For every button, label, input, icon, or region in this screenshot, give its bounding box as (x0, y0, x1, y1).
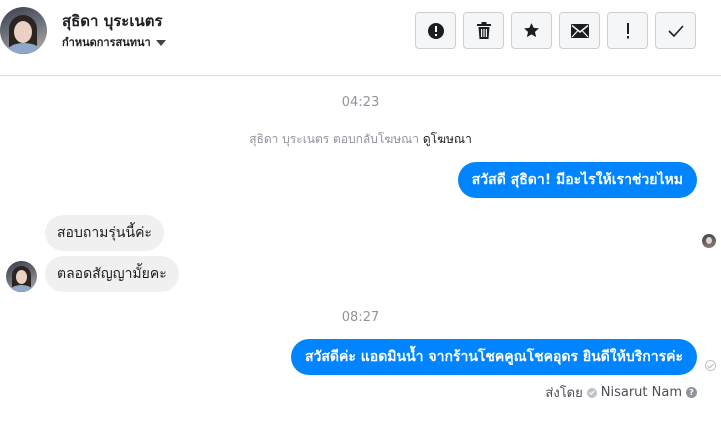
delete-button[interactable] (463, 12, 504, 49)
star-icon (524, 23, 539, 38)
timestamp-separator: 04:23 (341, 95, 380, 110)
assign-conversation-label: กำหนดการสนทนา (62, 36, 151, 49)
assign-conversation-dropdown[interactable]: กำหนดการสนทนา (62, 33, 166, 51)
mark-done-button[interactable] (655, 12, 696, 49)
ad-reply-notice: สุธิดา บุระเนตร ตอบกลับโฆษณา ดูโฆษณา (0, 130, 721, 149)
sender-name: Nisarut Nam (600, 385, 682, 400)
sent-by-label: ส่งโดย (545, 386, 583, 401)
view-ad-link[interactable]: ดูโฆษณา (423, 132, 472, 146)
exclamation-icon (626, 22, 629, 38)
follow-up-button[interactable] (607, 12, 648, 49)
star-button[interactable] (511, 12, 552, 49)
mark-unread-button[interactable] (559, 12, 600, 49)
trash-icon (476, 22, 491, 39)
envelope-icon (570, 23, 589, 38)
contact-avatar-small (6, 261, 37, 292)
report-spam-button[interactable] (415, 12, 456, 49)
contact-name[interactable]: สุธิดา บุระเนตร (62, 9, 163, 33)
checkmark-icon (667, 24, 684, 37)
alert-circle-icon (427, 22, 444, 39)
incoming-message[interactable]: สอบถามรุ่นนี้ค่ะ (45, 215, 164, 251)
sent-check-icon (705, 360, 716, 371)
sender-page-icon (586, 387, 597, 398)
timestamp-separator: 08:27 (341, 310, 380, 325)
contact-avatar[interactable] (0, 7, 47, 54)
help-icon[interactable]: ? (686, 387, 697, 398)
conversation-header: สุธิดา บุระเนตร กำหนดการสนทนา (0, 0, 721, 76)
caret-down-icon (155, 39, 166, 46)
ad-reply-text: สุธิดา บุระเนตร ตอบกลับโฆษณา (249, 132, 420, 146)
read-receipt-avatar (702, 234, 716, 248)
outgoing-message[interactable]: สวัสดีค่ะ แอดมินน้ำ จากร้านโชคคูณโชคอุดร… (290, 339, 697, 375)
sent-by-info: ส่งโดย Nisarut Nam ? (545, 382, 697, 403)
incoming-message[interactable]: ตลอดสัญญามั้ยคะ (45, 256, 179, 292)
outgoing-message[interactable]: สวัสดี สุธิดา! มีอะไรให้เราช่วยไหม (457, 162, 697, 198)
